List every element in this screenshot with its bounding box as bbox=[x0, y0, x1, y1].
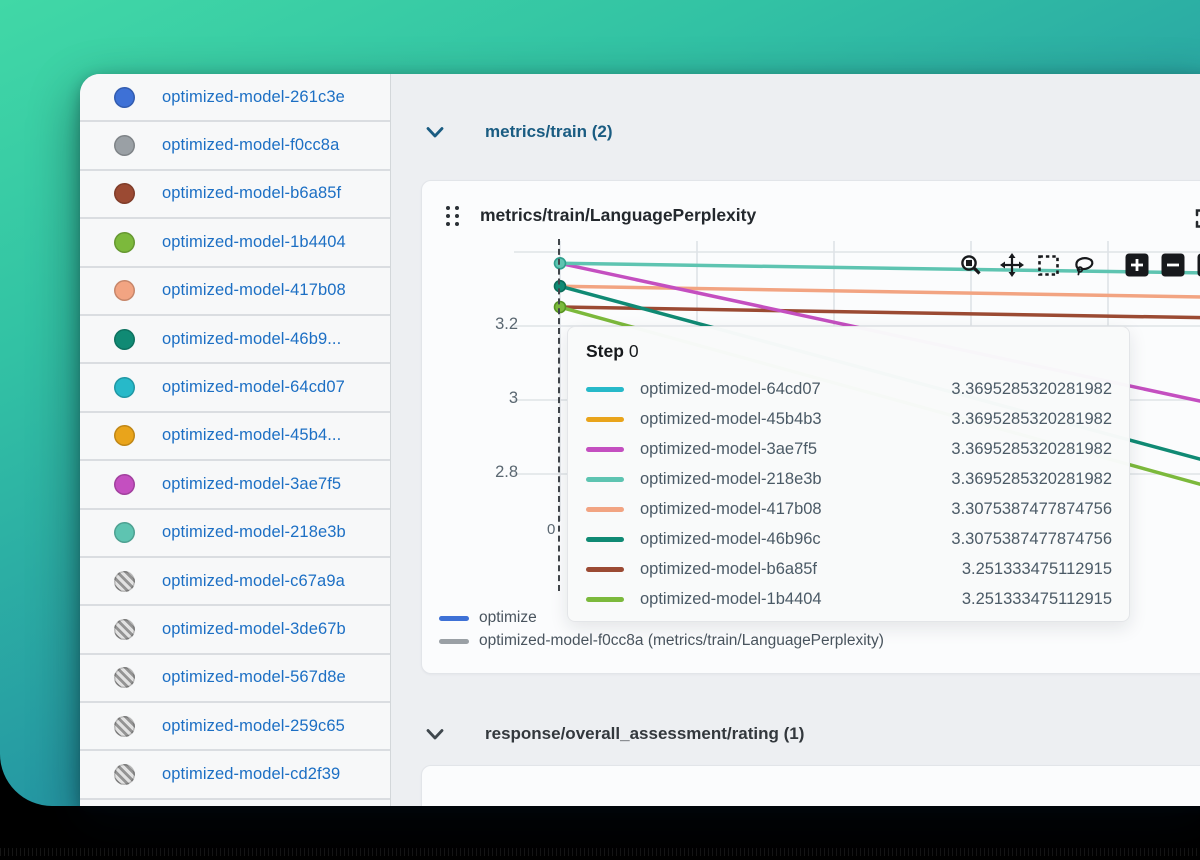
run-name-link[interactable]: optimized-model-261c3e bbox=[162, 88, 345, 107]
list-item[interactable]: optimized-model-3ae7f5 bbox=[80, 461, 390, 509]
run-color-dot bbox=[114, 474, 135, 495]
modebar-box-select-icon[interactable] bbox=[1035, 252, 1061, 278]
legend-label: optimize bbox=[479, 609, 537, 627]
list-item[interactable]: optimized-model-64cd07 bbox=[80, 364, 390, 412]
dashboard-main: metrics/train (2) metrics/train/Language… bbox=[391, 74, 1200, 806]
section-header-rating: response/overall_assessment/rating (1) bbox=[425, 724, 804, 744]
run-name-link[interactable]: optimized-model-45b4... bbox=[162, 426, 341, 445]
list-item[interactable]: optimized-model-3de67b bbox=[80, 606, 390, 654]
tooltip-step-title: Step 0 bbox=[586, 341, 1114, 362]
run-name-link[interactable]: optimized-model-3de67b bbox=[162, 620, 346, 639]
drag-handle-icon[interactable] bbox=[446, 206, 459, 226]
series-swatch bbox=[586, 567, 624, 572]
section-header-metrics-train: metrics/train (2) bbox=[425, 122, 613, 142]
tooltip-row: optimized-model-b6a85f3.251333475112915 bbox=[586, 554, 1114, 584]
tooltip-row: optimized-model-417b083.3075387477874756 bbox=[586, 494, 1114, 524]
y-axis-tick: 2.8 bbox=[472, 463, 518, 482]
modebar-zoom-in-icon[interactable] bbox=[1124, 252, 1150, 278]
run-hatched-dot bbox=[114, 619, 135, 640]
list-item[interactable]: optimized-model-259c65 bbox=[80, 703, 390, 751]
section-title[interactable]: metrics/train (2) bbox=[485, 122, 613, 142]
tooltip-row: optimized-model-218e3b3.3695285320281982 bbox=[586, 464, 1114, 494]
legend-label: optimized-model-f0cc8a (metrics/train/La… bbox=[479, 632, 884, 650]
run-hatched-dot bbox=[114, 667, 135, 688]
run-color-dot bbox=[114, 377, 135, 398]
hover-step-line bbox=[558, 239, 560, 591]
list-item[interactable]: optimized-model-567d8e bbox=[80, 655, 390, 703]
tooltip-row: optimized-model-3ae7f53.3695285320281982 bbox=[586, 434, 1114, 464]
run-name-link[interactable]: optimized-model-f0cc8a bbox=[162, 136, 339, 155]
modebar-zoom-out-icon[interactable] bbox=[1160, 252, 1186, 278]
legend-swatch bbox=[439, 616, 469, 621]
series-swatch bbox=[586, 387, 624, 392]
chart-card-header: metrics/train/LanguagePerplexity bbox=[446, 205, 756, 226]
legend-item[interactable]: optimize bbox=[439, 609, 537, 627]
run-name-link[interactable]: optimized-model-567d8e bbox=[162, 668, 346, 687]
run-name-link[interactable]: optimized-model-64cd07 bbox=[162, 378, 345, 397]
tooltip-row: optimized-model-1b44043.251333475112915 bbox=[586, 584, 1114, 614]
run-color-dot bbox=[114, 183, 135, 204]
legend-item[interactable]: optimized-model-f0cc8a (metrics/train/La… bbox=[439, 632, 884, 650]
rating-chart-card bbox=[421, 765, 1200, 806]
run-name-link[interactable]: optimized-model-b6a85f bbox=[162, 184, 341, 203]
run-name-link[interactable]: optimized-model-1b4404 bbox=[162, 233, 346, 252]
run-hatched-dot bbox=[114, 764, 135, 785]
run-color-dot bbox=[114, 135, 135, 156]
list-item[interactable]: optimized-model-218e3b bbox=[80, 510, 390, 558]
y-axis-tick: 3 bbox=[472, 389, 518, 408]
tooltip-row: optimized-model-64cd073.3695285320281982 bbox=[586, 374, 1114, 404]
run-name-link[interactable]: optimized-model-218e3b bbox=[162, 523, 346, 542]
x-axis-tick-zero: 0 bbox=[547, 521, 555, 538]
tooltip-row: optimized-model-46b96c3.3075387477874756 bbox=[586, 524, 1114, 554]
chevron-down-icon[interactable] bbox=[425, 727, 445, 742]
run-name-link[interactable]: optimized-model-259c65 bbox=[162, 717, 345, 736]
chart-title: metrics/train/LanguagePerplexity bbox=[480, 205, 756, 226]
run-color-dot bbox=[114, 522, 135, 543]
modebar-lasso-select-icon[interactable] bbox=[1071, 252, 1097, 278]
modebar-pan-icon[interactable] bbox=[999, 252, 1025, 278]
modebar-autoscale-icon[interactable] bbox=[1196, 252, 1200, 278]
run-color-dot bbox=[114, 280, 135, 301]
section-title[interactable]: response/overall_assessment/rating (1) bbox=[485, 724, 804, 744]
series-swatch bbox=[586, 597, 624, 602]
list-item-partial bbox=[80, 800, 390, 806]
y-axis-tick: 3.2 bbox=[472, 315, 518, 334]
series-swatch bbox=[586, 477, 624, 482]
series-swatch bbox=[586, 537, 624, 542]
run-list-sidebar: optimized-model-261c3e optimized-model-f… bbox=[80, 74, 391, 806]
run-name-link[interactable]: optimized-model-cd2f39 bbox=[162, 765, 340, 784]
series-swatch bbox=[586, 507, 624, 512]
run-name-link[interactable]: optimized-model-46b9... bbox=[162, 330, 341, 349]
run-color-dot bbox=[114, 87, 135, 108]
run-color-dot bbox=[114, 329, 135, 350]
list-item[interactable]: optimized-model-46b9... bbox=[80, 316, 390, 364]
list-item[interactable]: optimized-model-f0cc8a bbox=[80, 122, 390, 170]
bottom-texture-strip bbox=[0, 848, 1200, 856]
tooltip-row: optimized-model-45b4b33.3695285320281982 bbox=[586, 404, 1114, 434]
list-item[interactable]: optimized-model-417b08 bbox=[80, 268, 390, 316]
perplexity-chart-card: metrics/train/LanguagePerplexity 3.2 3 2… bbox=[421, 180, 1200, 674]
expand-chart-icon[interactable] bbox=[1194, 207, 1200, 235]
app-window: optimized-model-261c3e optimized-model-f… bbox=[80, 74, 1200, 806]
list-item[interactable]: optimized-model-cd2f39 bbox=[80, 751, 390, 799]
run-hatched-dot bbox=[114, 571, 135, 592]
run-name-link[interactable]: optimized-model-3ae7f5 bbox=[162, 475, 341, 494]
list-item[interactable]: optimized-model-b6a85f bbox=[80, 171, 390, 219]
list-item[interactable]: optimized-model-c67a9a bbox=[80, 558, 390, 606]
run-name-link[interactable]: optimized-model-c67a9a bbox=[162, 572, 345, 591]
run-hatched-dot bbox=[114, 716, 135, 737]
list-item[interactable]: optimized-model-261c3e bbox=[80, 74, 390, 122]
run-color-dot bbox=[114, 232, 135, 253]
list-item[interactable]: optimized-model-1b4404 bbox=[80, 219, 390, 267]
hover-tooltip: Step 0 optimized-model-64cd073.369528532… bbox=[567, 326, 1130, 622]
series-swatch bbox=[586, 417, 624, 422]
legend-swatch bbox=[439, 639, 469, 644]
chevron-down-icon[interactable] bbox=[425, 125, 445, 140]
series-swatch bbox=[586, 447, 624, 452]
run-color-dot bbox=[114, 425, 135, 446]
list-item[interactable]: optimized-model-45b4... bbox=[80, 413, 390, 461]
run-name-link[interactable]: optimized-model-417b08 bbox=[162, 281, 346, 300]
modebar-zoom-box-icon[interactable] bbox=[958, 252, 984, 278]
